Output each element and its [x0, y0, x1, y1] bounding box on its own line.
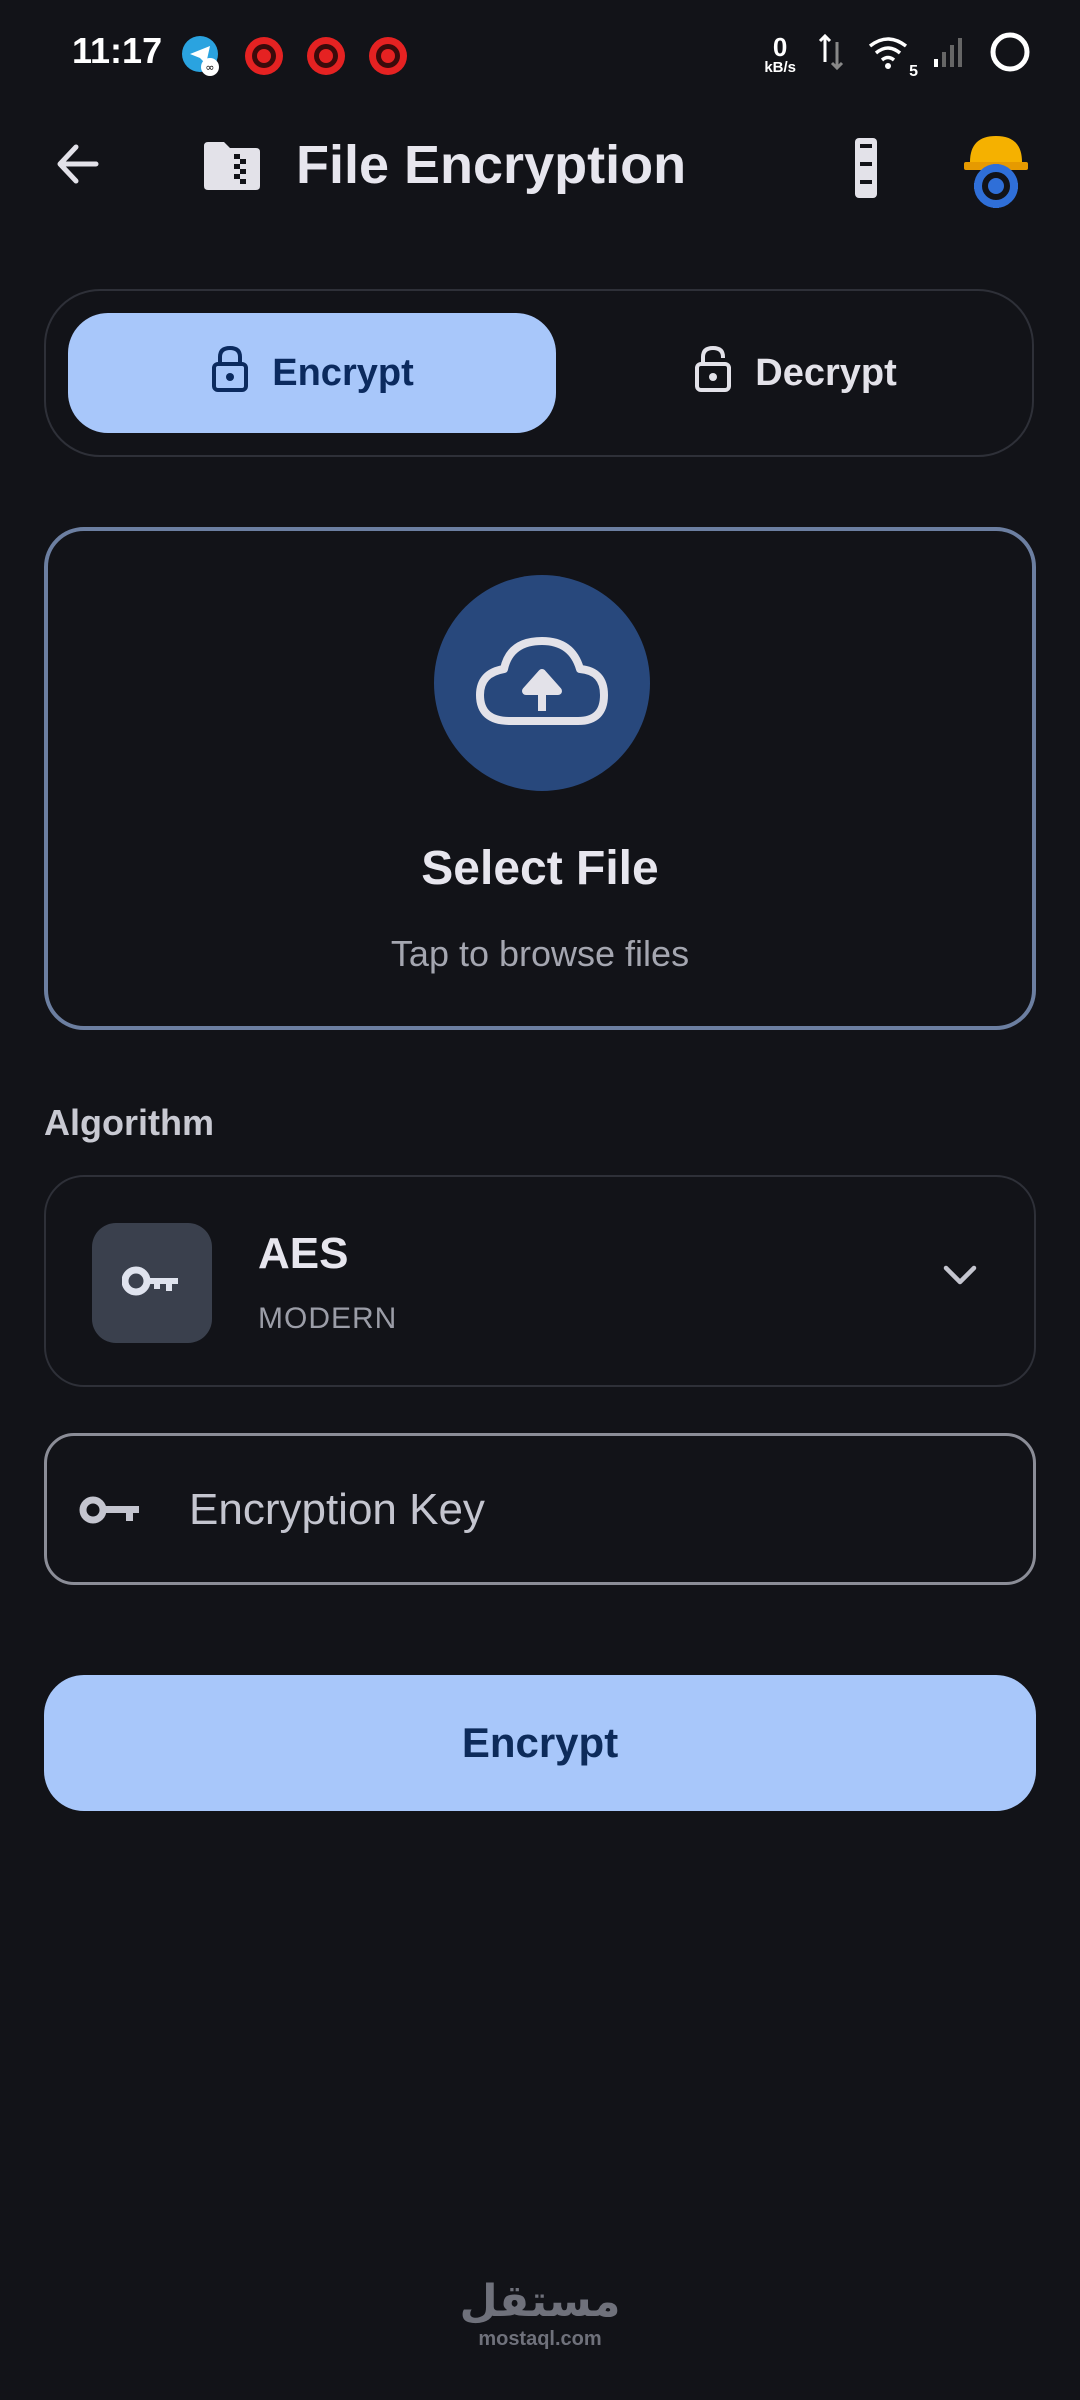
upload-subtitle: Tap to browse files [390, 933, 690, 974]
engineer-gear-avatar[interactable] [960, 128, 1032, 213]
algorithm-name: AES [258, 1229, 349, 1278]
upload-title: Select File [421, 842, 659, 895]
svg-text:∞: ∞ [205, 61, 214, 74]
net-speed-unit: kB/s [764, 59, 796, 76]
tab-encrypt-label: Encrypt [272, 351, 414, 394]
mode-toggle: Encrypt Decrypt [44, 289, 1034, 457]
watermark-arabic: مستقل [459, 2276, 621, 2327]
algorithm-icon-box [92, 1223, 212, 1343]
encrypt-button[interactable]: Encrypt [44, 1675, 1036, 1811]
status-time: 11:17 [72, 30, 163, 71]
mostaql-watermark: مستقل mostaql.com [0, 2280, 1080, 2351]
brawl-stars-icon [304, 34, 348, 78]
back-button[interactable] [48, 136, 108, 196]
chevron-down-icon [942, 1263, 978, 1292]
encryption-key-field[interactable] [44, 1433, 1036, 1585]
key-icon [79, 1482, 143, 1543]
wifi-label: 5 [909, 63, 918, 80]
tab-decrypt-label: Decrypt [755, 351, 897, 394]
sd-card-icon[interactable] [846, 136, 886, 205]
wifi-icon: 5 [866, 32, 918, 80]
key-icon [121, 1264, 182, 1303]
algorithm-selector[interactable]: AES MODERN [44, 1175, 1036, 1387]
arrow-back-icon [52, 138, 104, 195]
algorithm-label: Algorithm [44, 1102, 214, 1143]
brawl-stars-icon [366, 34, 410, 78]
notification-icons: ∞ [180, 34, 410, 78]
lock-icon [210, 344, 250, 402]
algorithm-type: MODERN [258, 1302, 398, 1335]
watermark-latin: mostaql.com [478, 2328, 602, 2350]
file-picker-card[interactable]: Select File Tap to browse files [44, 527, 1036, 1030]
data-transfer-icon [818, 32, 844, 77]
telegram-icon: ∞ [180, 34, 224, 78]
battery-ring-icon [988, 30, 1032, 79]
status-right: 0 kB/s 5 [764, 30, 1032, 80]
tab-decrypt[interactable]: Decrypt [576, 313, 1014, 433]
encryption-key-input[interactable] [187, 1436, 991, 1584]
tab-encrypt[interactable]: Encrypt [68, 313, 556, 433]
signal-icon [932, 35, 966, 74]
net-speed: 0 kB/s [764, 34, 796, 75]
brawl-stars-icon [242, 34, 286, 78]
page-title: File Encryption [296, 135, 687, 195]
lock-open-icon [693, 344, 733, 402]
encrypt-button-label: Encrypt [461, 1719, 619, 1766]
zip-folder-icon [200, 138, 264, 199]
cloud-upload-icon [474, 633, 610, 734]
upload-circle [434, 575, 650, 791]
net-speed-value: 0 [772, 32, 788, 62]
